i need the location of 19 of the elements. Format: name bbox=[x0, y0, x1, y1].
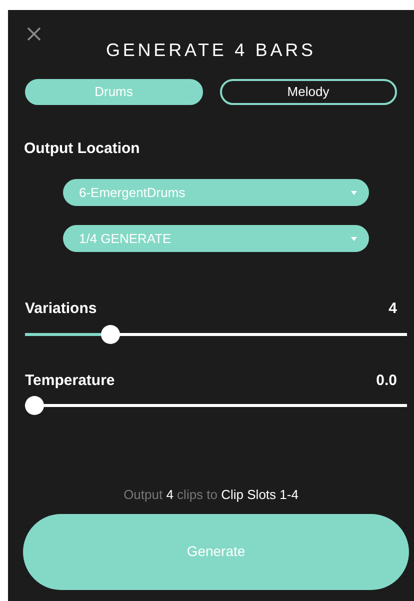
mode-tab[interactable]: Drums bbox=[25, 79, 202, 105]
slider-value: 4 bbox=[388, 299, 397, 319]
generate-button[interactable]: Generate bbox=[23, 514, 409, 590]
caret-icon bbox=[351, 190, 357, 194]
slider-label: Variations bbox=[25, 299, 97, 319]
mode-tab[interactable]: Melody bbox=[220, 79, 397, 105]
slider-value: 0.0 bbox=[376, 370, 397, 390]
dropdown[interactable]: 1/4 GENERATE bbox=[63, 225, 369, 252]
output-summary: Output 4 clips to Clip Slots 1-4 bbox=[124, 486, 298, 504]
dropdown[interactable]: 6-EmergentDrums bbox=[63, 179, 369, 206]
window-title: GENERATE 4 BARS bbox=[106, 39, 316, 62]
slider[interactable] bbox=[25, 324, 407, 344]
caret-icon bbox=[351, 236, 357, 240]
slider[interactable] bbox=[25, 396, 407, 415]
slider-thumb[interactable] bbox=[101, 324, 120, 344]
section-label: Output Location bbox=[24, 140, 140, 157]
slider-label: Temperature bbox=[25, 370, 115, 390]
close-icon[interactable] bbox=[27, 27, 41, 41]
slider-thumb[interactable] bbox=[25, 396, 44, 415]
